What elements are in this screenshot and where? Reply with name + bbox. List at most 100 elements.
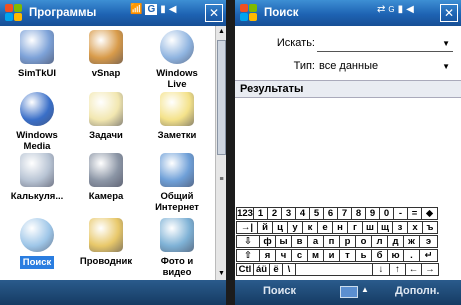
softkey-search[interactable]: Поиск: [263, 285, 296, 297]
keyboard-key[interactable]: г: [347, 221, 363, 234]
keyboard-key[interactable]: ю: [387, 249, 404, 262]
keyboard-key[interactable]: щ: [377, 221, 393, 234]
keyboard-row4: ⇧ я ч с м и т ь б ю. ↵: [236, 249, 438, 263]
windows-start-icon[interactable]: [238, 2, 260, 24]
keyboard-key[interactable]: з: [392, 221, 408, 234]
app-label: Общий Интернет: [155, 191, 199, 213]
keyboard-key[interactable]: ч: [275, 249, 292, 262]
keyboard-key[interactable]: и: [323, 249, 340, 262]
softkey-more[interactable]: Дополн.: [395, 285, 439, 297]
keyboard-key[interactable]: →|: [236, 221, 258, 234]
app-tile[interactable]: Windows Media: [1, 88, 73, 152]
app-tile[interactable]: Поиск: [1, 214, 73, 269]
app-label: vSnap: [91, 68, 121, 79]
scroll-down-arrow-icon[interactable]: ▼: [216, 268, 226, 280]
photos-video-icon: [160, 218, 194, 252]
scroll-thumb[interactable]: [217, 40, 226, 155]
keyboard-key[interactable]: ↓: [372, 263, 390, 276]
keyboard-key[interactable]: -: [393, 207, 408, 220]
keyboard-key[interactable]: 1: [253, 207, 268, 220]
scrollbar[interactable]: ▲ ≡ ▼: [215, 26, 226, 280]
signal-bars-icon: ▮: [160, 4, 166, 15]
scroll-up-arrow-icon[interactable]: ▲: [216, 26, 226, 38]
keyboard-key[interactable]: 7: [337, 207, 352, 220]
keyboard-key[interactable]: [295, 263, 373, 276]
keyboard-key[interactable]: ↵: [419, 249, 438, 262]
results-header: Результаты: [235, 80, 461, 98]
keyboard-key[interactable]: й: [257, 221, 273, 234]
keyboard-key[interactable]: ж: [403, 235, 420, 248]
keyboard-key[interactable]: л: [371, 235, 388, 248]
keyboard-key[interactable]: р: [339, 235, 356, 248]
keyboard-key[interactable]: ⇩: [236, 235, 260, 248]
status-icons[interactable]: 📶 G ▮ ◀: [130, 4, 176, 15]
keyboard-key[interactable]: ь: [355, 249, 372, 262]
keyboard-key[interactable]: к: [302, 221, 318, 234]
keyboard-key[interactable]: →: [421, 263, 439, 276]
keyboard-key[interactable]: ◆: [421, 207, 438, 220]
keyboard-key[interactable]: 9: [365, 207, 380, 220]
keyboard-key[interactable]: е: [317, 221, 333, 234]
keyboard-key[interactable]: áü: [253, 263, 270, 276]
app-tile[interactable]: SimTkUI: [1, 26, 73, 79]
keyboard-key[interactable]: т: [339, 249, 356, 262]
close-icon[interactable]: ✕: [440, 4, 458, 22]
status-icons[interactable]: ⇄ G ▮ ◀: [377, 4, 414, 15]
app-tile[interactable]: Windows Live: [141, 26, 213, 90]
app-tile[interactable]: Фото и видео: [141, 214, 213, 278]
type-select[interactable]: все данные ▼: [317, 59, 453, 75]
keyboard-key[interactable]: ш: [362, 221, 378, 234]
keyboard-key[interactable]: п: [323, 235, 340, 248]
keyboard-key[interactable]: ц: [272, 221, 288, 234]
keyboard-key[interactable]: \: [282, 263, 296, 276]
close-icon[interactable]: ✕: [205, 4, 223, 22]
keyboard-key[interactable]: 0: [379, 207, 394, 220]
keyboard-key[interactable]: с: [291, 249, 308, 262]
keyboard-key[interactable]: .: [403, 249, 420, 262]
app-label: Поиск: [19, 256, 55, 269]
keyboard-key[interactable]: ф: [259, 235, 276, 248]
speaker-icon: ◀: [168, 4, 177, 15]
keyboard-key[interactable]: н: [332, 221, 348, 234]
keyboard-key[interactable]: 6: [323, 207, 338, 220]
dropdown-arrow-icon[interactable]: ▼: [442, 62, 450, 71]
type-row: Тип: все данные ▼: [235, 57, 461, 77]
keyboard-key[interactable]: Ctl: [236, 263, 254, 276]
keyboard-key[interactable]: о: [355, 235, 372, 248]
app-tile[interactable]: Камера: [70, 149, 142, 202]
keyboard-key[interactable]: ё: [269, 263, 283, 276]
keyboard-key[interactable]: 123: [236, 207, 254, 220]
keyboard-key[interactable]: ъ: [422, 221, 438, 234]
keyboard-key[interactable]: ↑: [389, 263, 406, 276]
keyboard-input-icon[interactable]: [340, 286, 358, 298]
windows-start-icon[interactable]: [3, 2, 25, 24]
keyboard-key[interactable]: =: [407, 207, 422, 220]
input-menu-arrow-icon[interactable]: ▲: [361, 285, 369, 294]
keyboard-key[interactable]: ы: [275, 235, 292, 248]
app-tile[interactable]: Общий Интернет: [141, 149, 213, 213]
keyboard-key[interactable]: у: [287, 221, 303, 234]
keyboard-key[interactable]: 4: [295, 207, 310, 220]
keyboard-key[interactable]: ←: [405, 263, 422, 276]
keyboard-key[interactable]: э: [419, 235, 438, 248]
keyboard-key[interactable]: в: [291, 235, 308, 248]
keyboard-key[interactable]: х: [407, 221, 423, 234]
app-tile[interactable]: Проводник: [70, 214, 142, 267]
keyboard-key[interactable]: 5: [309, 207, 324, 220]
app-tile[interactable]: Заметки: [141, 88, 213, 141]
app-tile[interactable]: Задачи: [70, 88, 142, 141]
keyboard-key[interactable]: 3: [281, 207, 296, 220]
search-input[interactable]: ▼: [317, 36, 453, 52]
keyboard-key[interactable]: а: [307, 235, 324, 248]
app-tile[interactable]: vSnap: [70, 26, 142, 79]
windows-live-icon: [160, 30, 194, 64]
keyboard-key[interactable]: 8: [351, 207, 366, 220]
keyboard-key[interactable]: ⇧: [236, 249, 260, 262]
keyboard-key[interactable]: б: [371, 249, 388, 262]
keyboard-key[interactable]: я: [259, 249, 276, 262]
dropdown-arrow-icon[interactable]: ▼: [442, 39, 450, 48]
keyboard-key[interactable]: 2: [267, 207, 282, 220]
keyboard-key[interactable]: м: [307, 249, 324, 262]
keyboard-key[interactable]: д: [387, 235, 404, 248]
app-tile[interactable]: Калькуля...: [1, 149, 73, 202]
